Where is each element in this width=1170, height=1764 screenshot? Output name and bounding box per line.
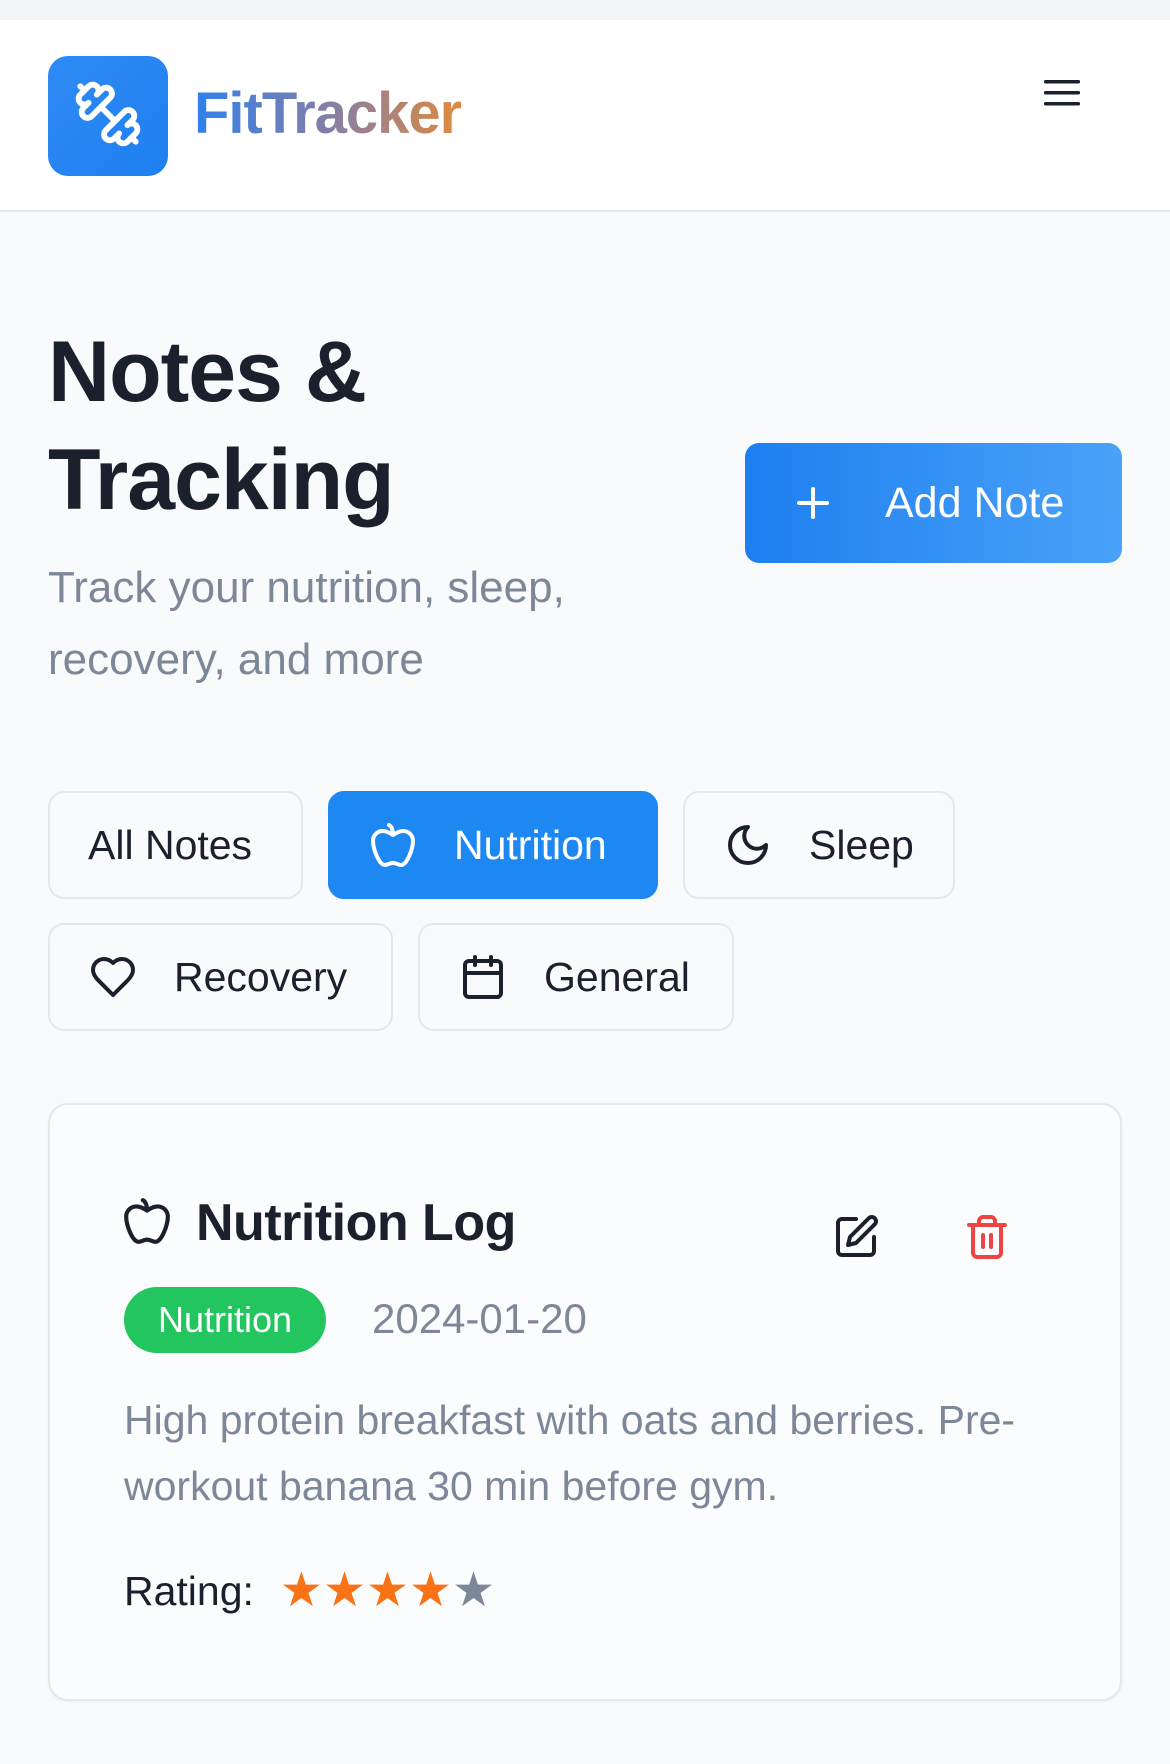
app-logo[interactable] — [48, 56, 168, 176]
calendar-icon — [458, 952, 508, 1002]
note-card: Nutrition Log Nutrition 2024-01-20 High … — [48, 1103, 1122, 1701]
note-header: Nutrition Log — [122, 1193, 516, 1253]
rating-label: Rating: — [124, 1567, 254, 1614]
filter-nutrition[interactable]: Nutrition — [328, 791, 658, 899]
filter-label: General — [544, 953, 690, 1000]
menu-button[interactable] — [1030, 70, 1094, 120]
note-rating: Rating: ★ ★ ★ ★ ★ — [124, 1567, 495, 1615]
trash-icon — [963, 1213, 1011, 1266]
delete-note-button[interactable] — [955, 1207, 1019, 1271]
apple-icon — [368, 820, 418, 870]
category-badge: Nutrition — [124, 1287, 327, 1353]
star-filled-icon: ★ — [365, 1564, 410, 1617]
filter-label: Sleep — [809, 821, 914, 868]
app-header: FitTracker — [0, 20, 1170, 212]
top-gap — [0, 0, 1170, 20]
note-date: 2024-01-20 — [372, 1295, 587, 1342]
heart-icon — [88, 952, 138, 1002]
star-filled-icon: ★ — [322, 1564, 366, 1617]
rating-stars: ★ ★ ★ ★ ★ — [280, 1567, 495, 1615]
filter-label: Nutrition — [454, 821, 607, 868]
filter-label: All Notes — [88, 821, 253, 868]
plus-icon — [795, 485, 831, 521]
star-filled-icon: ★ — [409, 1564, 453, 1617]
note-body: High protein breakfast with oats and ber… — [124, 1397, 1016, 1509]
moon-icon — [723, 820, 773, 870]
filter-sleep[interactable]: Sleep — [683, 791, 955, 899]
apple-icon — [122, 1196, 172, 1251]
add-note-label: Add Note — [885, 478, 1065, 527]
filter-recovery[interactable]: Recovery — [48, 923, 393, 1031]
star-filled-icon: ★ — [279, 1564, 323, 1617]
app-name: FitTracker — [194, 81, 462, 146]
page-subtitle: Track your nutrition, sleep, recovery, a… — [48, 563, 565, 684]
edit-icon — [832, 1213, 880, 1266]
add-note-button[interactable]: Add Note — [745, 443, 1122, 563]
edit-note-button[interactable] — [824, 1207, 888, 1271]
filter-label: Recovery — [174, 953, 348, 1000]
filter-all-notes[interactable]: All Notes — [48, 791, 303, 899]
hamburger-menu-icon — [1042, 77, 1082, 114]
dumbbell-icon — [73, 79, 143, 154]
note-title: Nutrition Log — [196, 1194, 516, 1252]
page-title: Notes & Tracking — [48, 324, 395, 528]
filter-general[interactable]: General — [418, 923, 734, 1031]
star-empty-icon: ★ — [452, 1564, 496, 1617]
